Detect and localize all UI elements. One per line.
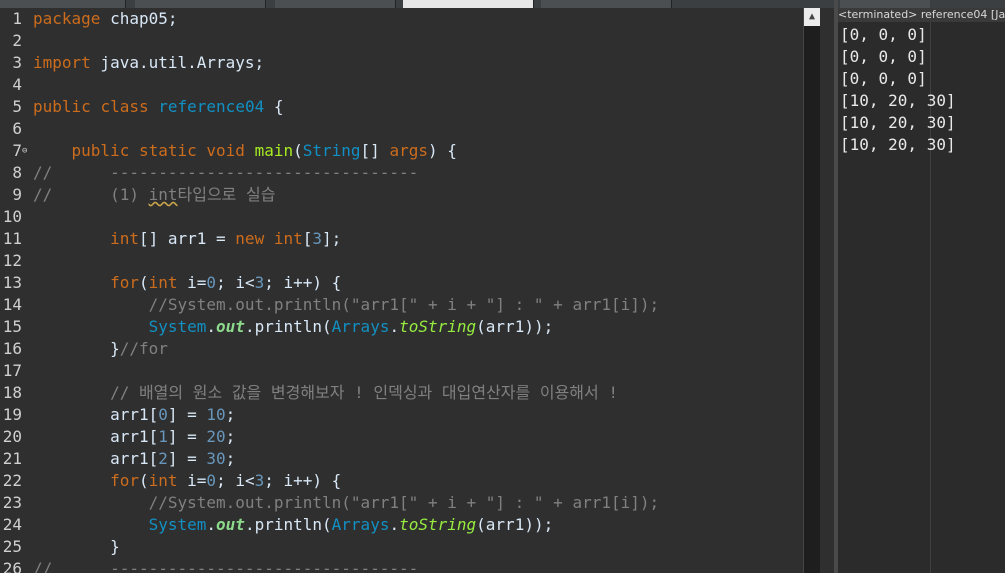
code-line: arr1[1] = 20;: [33, 427, 236, 446]
line-number: 21: [2, 449, 22, 468]
line-number: 2: [12, 31, 22, 50]
line-number: 11: [2, 229, 22, 248]
code-line: // --------------------------------: [33, 559, 419, 573]
line-number: 4: [12, 75, 22, 94]
code-line: //System.out.println("arr1[" + i + "] : …: [33, 493, 660, 512]
line-number: 12: [2, 251, 22, 270]
line-number: 8: [12, 163, 22, 182]
code-line: //System.out.println("arr1[" + i + "] : …: [33, 295, 660, 314]
console-output-line: [10, 20, 30]: [840, 113, 956, 132]
console-output-line: [0, 0, 0]: [840, 47, 927, 66]
editor-tab-strip: [0, 0, 834, 8]
scroll-up-arrow-icon[interactable]: ▲: [804, 8, 820, 26]
code-editor[interactable]: 1 2 3 4 5 6 7 8 9 10 11 12 13 14 15 16 1…: [0, 0, 834, 573]
line-number: 9: [12, 185, 22, 204]
code-line: arr1[0] = 10;: [33, 405, 236, 424]
line-number: 10: [2, 207, 22, 226]
editor-tab[interactable]: [0, 0, 126, 8]
code-line: System.out.println(Arrays.toString(arr1)…: [148, 515, 554, 534]
code-line: System.out.println(Arrays.toString(arr1)…: [148, 317, 554, 336]
fold-collapse-icon[interactable]: ⊖: [22, 140, 27, 162]
console-status-header: <terminated> reference04 [Java: [838, 8, 1005, 22]
code-line: // 배열의 원소 값을 변경해보자 ! 인덱싱과 대입연산자를 이용해서 !: [33, 383, 619, 402]
code-area[interactable]: package chap05; import java.util.Arrays;…: [33, 8, 802, 573]
code-line: package chap05;: [33, 9, 178, 28]
console-output-line: [0, 0, 0]: [840, 25, 927, 44]
code-line: public class reference04 {: [33, 97, 284, 116]
editor-vertical-scrollbar[interactable]: ▲: [803, 8, 820, 573]
line-number: 24: [2, 515, 22, 534]
line-number: 3: [12, 53, 22, 72]
line-number: 15: [2, 317, 22, 336]
code-line: }: [33, 537, 120, 556]
code-line: public static void main(String[] args) {: [71, 141, 457, 160]
code-line: }//for: [33, 339, 168, 358]
line-number: 25: [2, 537, 22, 556]
line-number: 14: [2, 295, 22, 314]
line-number: 1: [12, 9, 22, 28]
line-number: 23: [2, 493, 22, 512]
line-number: 26: [2, 559, 22, 573]
console-view[interactable]: <terminated> reference04 [Java [0, 0, 0]…: [838, 0, 1005, 573]
editor-tab[interactable]: [275, 0, 396, 8]
line-number: 18: [2, 383, 22, 402]
editor-tab-active[interactable]: [403, 0, 534, 8]
console-output: [0, 0, 0] [0, 0, 0] [0, 0, 0] [10, 20, 3…: [840, 24, 1005, 156]
editor-tab[interactable]: [541, 0, 672, 8]
console-output-line: [10, 20, 30]: [840, 91, 956, 110]
console-output-line: [10, 20, 30]: [840, 135, 956, 154]
code-line: arr1[2] = 30;: [33, 449, 236, 468]
console-tab[interactable]: [840, 0, 930, 8]
code-line: int[] arr1 = new int[3];: [110, 229, 342, 248]
console-tab-strip: [838, 0, 1005, 8]
line-number: 5: [12, 97, 22, 116]
line-number: 13: [2, 273, 22, 292]
line-number-gutter: 1 2 3 4 5 6 7 8 9 10 11 12 13 14 15 16 1…: [0, 8, 30, 573]
line-number: 6: [12, 119, 22, 138]
console-output-line: [0, 0, 0]: [840, 69, 927, 88]
line-number: 7: [12, 141, 22, 160]
line-number: 20: [2, 427, 22, 446]
code-line: // (1) int타입으로 실습: [33, 185, 276, 204]
line-number: 17: [2, 361, 22, 380]
line-number: 16: [2, 339, 22, 358]
code-line: import java.util.Arrays;: [33, 53, 265, 72]
code-line: for(int i=0; i<3; i++) {: [110, 471, 342, 490]
editor-tab[interactable]: [135, 0, 266, 8]
code-line: // --------------------------------: [33, 163, 419, 182]
line-number: 19: [2, 405, 22, 424]
line-number: 22: [2, 471, 22, 490]
code-line: for(int i=0; i<3; i++) {: [110, 273, 342, 292]
